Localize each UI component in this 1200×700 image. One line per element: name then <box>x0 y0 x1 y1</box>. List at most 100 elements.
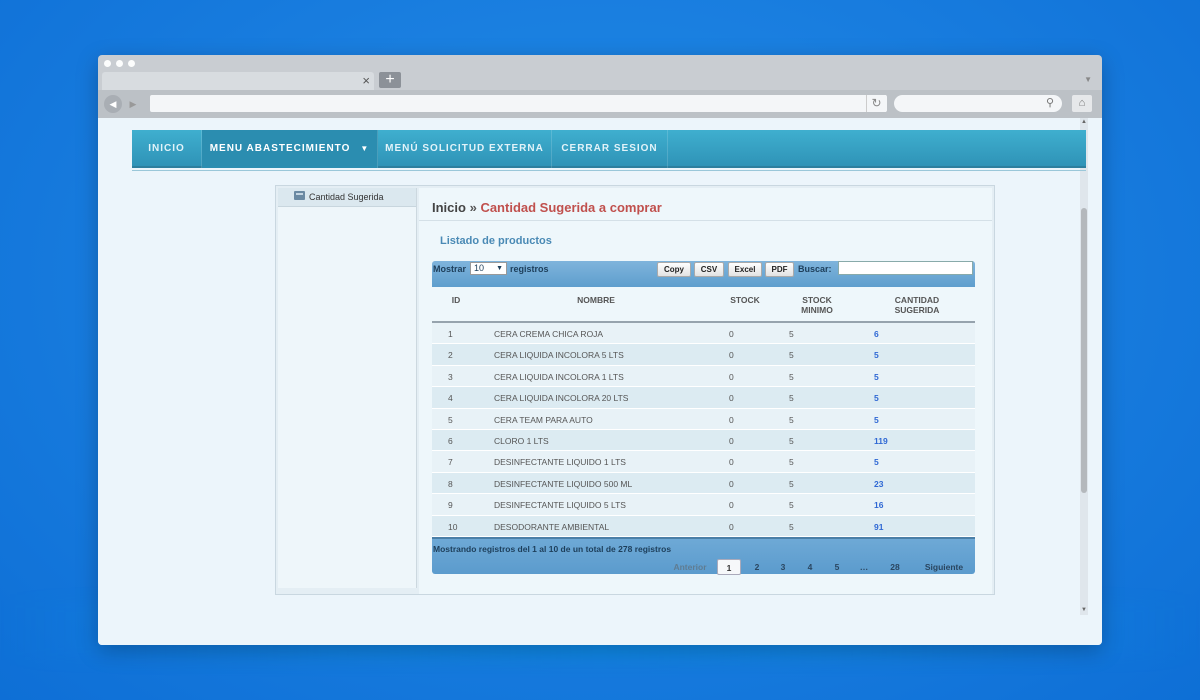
scrollbar[interactable]: ▲ ▼ <box>1080 118 1088 615</box>
cell-cantidad-sugerida[interactable]: 23 <box>874 479 883 489</box>
scroll-up-icon[interactable]: ▲ <box>1080 119 1088 125</box>
page-button[interactable]: 2 <box>748 559 766 575</box>
cell-id: 4 <box>448 393 453 404</box>
divider <box>419 220 992 221</box>
tab-close-icon[interactable]: × <box>362 73 370 88</box>
column-header-stock[interactable]: STOCK <box>724 295 766 305</box>
page-button[interactable]: 28 <box>884 559 906 575</box>
cell-stock: 0 <box>729 457 734 468</box>
cell-id: 5 <box>448 414 453 425</box>
table-row[interactable]: 1 CERA CREMA CHICA ROJA 0 5 6 <box>432 323 975 345</box>
cell-id: 7 <box>448 457 453 468</box>
reload-icon[interactable]: ↻ <box>866 95 886 112</box>
table-body: 1 CERA CREMA CHICA ROJA 0 5 6 2 CERA LIQUIDA I… <box>432 323 975 537</box>
search-input[interactable] <box>838 261 973 275</box>
browser-window: × + ▼ ◀ ▶ ↻ ⚲ ⌂ ▲ ▼ INICIO MENU ABASTECI… <box>98 55 1102 645</box>
breadcrumb-home[interactable]: Inicio <box>432 200 466 215</box>
page-size-value: 10 <box>474 263 485 273</box>
cell-cantidad-sugerida[interactable]: 16 <box>874 500 883 510</box>
cell-nombre: DESINFECTANTE LIQUIDO 500 ML <box>494 478 633 489</box>
search-label: Buscar: <box>798 264 832 274</box>
cell-nombre: CLORO 1 LTS <box>494 435 549 446</box>
cell-stock: 0 <box>729 329 734 339</box>
cell-stock-minimo: 5 <box>789 521 794 532</box>
scroll-down-icon[interactable]: ▼ <box>1080 607 1088 613</box>
page-button[interactable]: 5 <box>828 559 846 575</box>
cell-cantidad-sugerida[interactable]: 91 <box>874 522 883 532</box>
records-info: Mostrando registros del 1 al 10 de un to… <box>433 543 672 554</box>
sidebar-item-label: Cantidad Sugerida <box>309 192 384 202</box>
column-header-nombre[interactable]: NOMBRE <box>546 295 646 305</box>
cell-cantidad-sugerida[interactable]: 5 <box>874 393 879 403</box>
table-row[interactable]: 6 CLORO 1 LTS 0 5 119 <box>432 429 975 452</box>
page-size-select[interactable]: 10 ▼ <box>470 262 507 275</box>
cell-stock: 0 <box>729 435 734 446</box>
table-row[interactable]: 4 CERA LIQUIDA INCOLORA 20 LTS 0 5 5 <box>432 387 975 409</box>
cell-stock-minimo: 5 <box>789 371 794 382</box>
table-row[interactable]: 7 DESINFECTANTE LIQUIDO 1 LTS 0 5 5 <box>432 451 975 473</box>
sidebar: Cantidad Sugerida <box>278 188 417 588</box>
table-row[interactable]: 2 CERA LIQUIDA INCOLORA 5 LTS 0 5 5 <box>432 344 975 366</box>
cell-cantidad-sugerida[interactable]: 119 <box>874 436 888 446</box>
cell-nombre: CERA LIQUIDA INCOLORA 5 LTS <box>494 350 624 361</box>
tab-list-icon[interactable]: ▼ <box>1084 75 1092 84</box>
csv-button[interactable]: CSV <box>694 262 724 277</box>
nav-item-cerrar-sesion[interactable]: CERRAR SESION <box>552 130 668 168</box>
new-tab-button[interactable]: + <box>379 72 401 88</box>
nav-item-menu-abastecimiento[interactable]: MENU ABASTECIMIENTO ▼ <box>202 130 378 168</box>
browser-toolbar: ◀ ▶ ↻ ⚲ ⌂ <box>98 90 1102 118</box>
cell-stock: 0 <box>729 478 734 489</box>
scroll-thumb[interactable] <box>1081 208 1087 493</box>
excel-button[interactable]: Excel <box>728 262 762 277</box>
nav-item-menu-solicitud-externa[interactable]: MENÚ SOLICITUD EXTERNA <box>378 130 552 168</box>
main-navbar: INICIO MENU ABASTECIMIENTO ▼ MENÚ SOLICIT… <box>132 130 1086 168</box>
copy-button[interactable]: Copy <box>657 262 691 277</box>
home-icon[interactable]: ⌂ <box>1072 95 1092 112</box>
section-title: Listado de productos <box>440 235 552 247</box>
cell-stock: 0 <box>729 500 734 511</box>
table-row[interactable]: 5 CERA TEAM PARA AUTO 0 5 5 <box>432 408 975 430</box>
column-header-cantidad-sugerida[interactable]: CANTIDAD SUGERIDA <box>882 295 952 315</box>
window-dot[interactable] <box>116 60 123 67</box>
table-row[interactable]: 8 DESINFECTANTE LIQUIDO 500 ML 0 5 23 <box>432 472 975 495</box>
cell-cantidad-sugerida[interactable]: 5 <box>874 457 879 467</box>
forward-icon[interactable]: ▶ <box>124 95 142 113</box>
page-button[interactable]: 4 <box>801 559 819 575</box>
browser-search-input[interactable]: ⚲ <box>894 95 1062 112</box>
sidebar-item-cantidad-sugerida[interactable]: Cantidad Sugerida <box>278 188 416 207</box>
browser-tab[interactable]: × <box>102 72 374 90</box>
cell-cantidad-sugerida[interactable]: 6 <box>874 329 879 339</box>
breadcrumb-separator: » <box>469 200 477 215</box>
page-button[interactable]: 1 <box>717 558 741 575</box>
window-dot[interactable] <box>128 60 135 67</box>
previous-page-button[interactable]: Anterior <box>668 559 712 575</box>
window-dot[interactable] <box>104 60 111 67</box>
table-row[interactable]: 3 CERA LIQUIDA INCOLORA 1 LTS 0 5 5 <box>432 365 975 388</box>
page-viewport: ▲ ▼ INICIO MENU ABASTECIMIENTO ▼ MENÚ SOL… <box>98 118 1102 645</box>
cell-cantidad-sugerida[interactable]: 5 <box>874 350 879 360</box>
cell-stock: 0 <box>729 350 734 361</box>
cell-stock-minimo: 5 <box>789 478 794 489</box>
cell-nombre: CERA LIQUIDA INCOLORA 1 LTS <box>494 371 624 382</box>
column-header-id[interactable]: ID <box>446 295 466 305</box>
page-title: Cantidad Sugerida a comprar <box>480 200 662 215</box>
cell-cantidad-sugerida[interactable]: 5 <box>874 415 879 425</box>
next-page-button[interactable]: Siguiente <box>920 559 968 575</box>
breadcrumb: Inicio » Cantidad Sugerida a comprar <box>432 200 662 215</box>
divider <box>132 170 1086 171</box>
cell-cantidad-sugerida[interactable]: 5 <box>874 372 879 382</box>
page-button[interactable]: 3 <box>774 559 792 575</box>
cell-nombre: CERA CREMA CHICA ROJA <box>494 329 604 339</box>
table-row[interactable]: 9 DESINFECTANTE LIQUIDO 5 LTS 0 5 16 <box>432 494 975 516</box>
column-header-stock-minimo[interactable]: STOCK MINIMO <box>794 295 840 315</box>
chevron-down-icon: ▼ <box>496 265 503 272</box>
pdf-button[interactable]: PDF <box>765 262 794 277</box>
table-row[interactable]: 10 DESODORANTE AMBIENTAL 0 5 91 <box>432 515 975 537</box>
cell-stock-minimo: 5 <box>789 435 794 446</box>
cell-stock: 0 <box>729 371 734 382</box>
cell-id: 8 <box>448 478 453 489</box>
nav-item-inicio[interactable]: INICIO <box>132 130 202 168</box>
cell-stock: 0 <box>729 521 734 532</box>
back-icon[interactable]: ◀ <box>104 95 122 113</box>
address-bar[interactable] <box>150 95 887 112</box>
